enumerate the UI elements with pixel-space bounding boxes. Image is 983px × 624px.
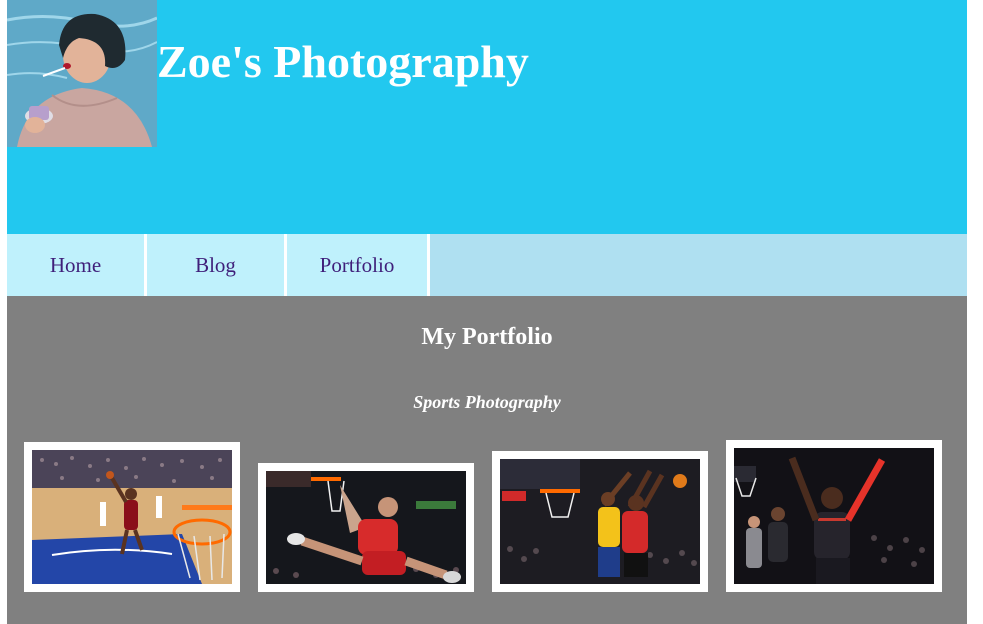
photo-image-3 — [500, 459, 700, 584]
page: Zoe's Photography Home Blog Portfolio My… — [7, 0, 967, 624]
photo-thumbnail-3[interactable] — [492, 451, 708, 592]
photo-image-1 — [32, 450, 232, 584]
main-nav: Home Blog Portfolio — [7, 234, 967, 296]
site-title: Zoe's Photography — [157, 36, 529, 87]
nav-item-portfolio[interactable]: Portfolio — [287, 234, 430, 296]
portfolio-heading: My Portfolio — [421, 324, 553, 350]
nav-item-blog[interactable]: Blog — [147, 234, 287, 296]
avatar — [7, 0, 157, 147]
nav-item-home[interactable]: Home — [7, 234, 147, 296]
section-subtitle: Sports Photography — [413, 392, 561, 412]
photo-thumbnail-2[interactable] — [258, 463, 474, 592]
portfolio-section: My Portfolio Sports Photography — [7, 296, 967, 624]
photo-thumbnail-1[interactable] — [24, 442, 240, 592]
photo-thumbnail-4[interactable] — [726, 440, 942, 592]
site-header: Zoe's Photography — [7, 0, 967, 234]
photo-image-2 — [266, 471, 466, 584]
photo-image-4 — [734, 448, 934, 584]
